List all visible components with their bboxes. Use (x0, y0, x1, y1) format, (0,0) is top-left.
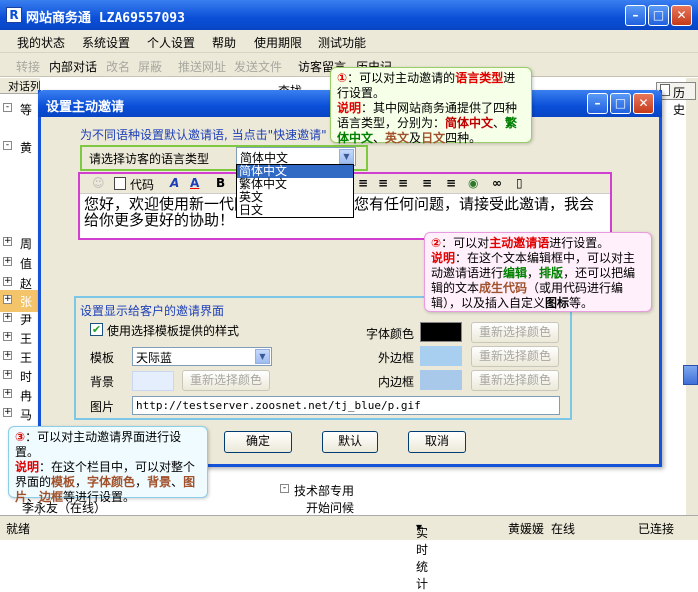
phrase-tree: - 技术部专用 开始问候 (278, 482, 413, 516)
font-color-icon[interactable]: A (190, 176, 199, 190)
menu-my-status[interactable]: 我的状态 (17, 34, 65, 51)
background-color-swatch (132, 371, 174, 391)
outer-border-label: 外边框 (378, 351, 415, 365)
connection-status: 已连接 (638, 522, 675, 536)
inner-border-label: 内边框 (378, 375, 415, 389)
right-panel-edge (686, 78, 698, 515)
menu-bar: 我的状态 系统设置 个人设置 帮助 使用期限 测试功能 (0, 30, 698, 53)
menu-usage-period[interactable]: 使用期限 (254, 34, 302, 51)
indent-icon[interactable]: ≡ (422, 176, 432, 190)
align-left-icon[interactable]: ≡ (358, 176, 368, 190)
background-label: 背景 (90, 375, 115, 389)
font-size-icon[interactable]: A (170, 176, 179, 190)
menu-help[interactable]: 帮助 (212, 34, 236, 51)
minimize-icon[interactable]: – (625, 5, 646, 26)
code-icon[interactable] (114, 177, 126, 190)
chevron-down-icon: ▼ (255, 349, 270, 364)
agent-state: 在线 (551, 522, 576, 536)
status-bar: 就绪 实时统计 ▾ 黄媛媛 在线 已连接 (0, 515, 698, 591)
bold-icon[interactable]: B (216, 176, 225, 190)
callout-invite-text: ②：可以对主动邀请语进行设置。 说明：在这个文本编辑框中，可以对主动邀请语进行编… (424, 232, 652, 312)
menu-personal-settings[interactable]: 个人设置 (147, 34, 195, 51)
dialog-close-icon[interactable]: ✕ (633, 93, 654, 114)
outer-border-reselect-button[interactable]: 重新选择颜色 (471, 346, 559, 367)
image-label: 图片 (90, 400, 115, 414)
chevron-down-icon: ▼ (339, 149, 354, 164)
font-color-label: 字体颜色 (366, 327, 415, 341)
default-button[interactable]: 默认 (322, 431, 378, 453)
history-tab[interactable]: 历史 (656, 82, 696, 117)
align-center-icon[interactable]: ≡ (378, 176, 388, 190)
font-color-swatch (420, 322, 462, 342)
toolbar-transfer[interactable]: 转接 (16, 58, 40, 75)
use-template-checkbox[interactable]: ✔ (90, 323, 103, 336)
appearance-title: 设置显示给客户的邀请界面 (80, 304, 225, 318)
background-reselect-button[interactable]: 重新选择颜色 (182, 370, 270, 391)
maximize-icon[interactable]: □ (648, 5, 669, 26)
close-icon[interactable]: ✕ (671, 5, 692, 26)
conversation-list-header: 对话列表 (0, 78, 40, 94)
code-button[interactable]: 代码 (130, 176, 154, 193)
window-title: 网站商务通 LZA69557093 (26, 11, 185, 26)
outer-border-swatch (420, 346, 462, 366)
phrase-item[interactable]: 开始问候 (306, 499, 354, 516)
app-icon: R (6, 7, 22, 23)
image-url-input[interactable]: http://testserver.zoosnet.net/tj_blue/p.… (132, 396, 560, 415)
toolbar-internal-chat[interactable]: 内部对话 (49, 58, 97, 75)
template-label: 模板 (90, 351, 115, 365)
phrase-group[interactable]: 技术部专用 (294, 482, 354, 499)
smiley-icon[interactable]: ☺ (92, 176, 105, 190)
cancel-button[interactable]: 取消 (408, 431, 466, 453)
toolbar-rename[interactable]: 改名 (106, 58, 130, 75)
insert-link-icon[interactable]: ◉ (468, 176, 478, 190)
collapse-icon[interactable]: - (280, 484, 289, 493)
unlink-icon[interactable]: ∞ (492, 176, 502, 190)
ok-button[interactable]: 确定 (224, 431, 292, 453)
template-select[interactable]: 天际蓝 ▼ (132, 347, 272, 366)
tree-group[interactable]: -等 (0, 98, 40, 120)
menu-test-function[interactable]: 测试功能 (318, 34, 366, 51)
tree-group[interactable]: -黄 (0, 136, 40, 158)
outdent-icon[interactable]: ≡ (446, 176, 456, 190)
font-color-reselect-button[interactable]: 重新选择颜色 (471, 322, 559, 343)
main-title-bar: R 网站商务通 LZA69557093 – □ ✕ (0, 0, 698, 30)
tree-group[interactable]: + 马 (0, 403, 40, 425)
tree-group[interactable]: + 周 (0, 232, 40, 254)
agent-name: 黄媛媛 (508, 522, 545, 536)
scrollbar-thumb[interactable] (683, 365, 698, 385)
toolbar-push-url[interactable]: 推送网址 (178, 58, 226, 75)
language-label: 请选择访客的语言类型 (89, 152, 210, 166)
tree-group[interactable]: + 值 (0, 252, 40, 274)
dialog-minimize-icon[interactable]: – (587, 93, 608, 114)
inner-border-reselect-button[interactable]: 重新选择颜色 (471, 370, 559, 391)
stats-dropdown[interactable]: 实时统计 ▾ (416, 520, 428, 591)
dialog-title: 设置主动邀请 (46, 100, 125, 115)
language-option-japanese[interactable]: 日文 (237, 204, 353, 217)
eraser-icon[interactable]: ▯ (516, 176, 523, 190)
align-right-icon[interactable]: ≡ (398, 176, 408, 190)
callout-language: ①：可以对主动邀请的语言类型进行设置。 说明：其中网站商务通提供了四种语言类型，… (330, 67, 532, 145)
toolbar-send-file[interactable]: 发送文件 (234, 58, 282, 75)
inner-border-swatch (420, 370, 462, 390)
use-template-label: 使用选择模板提供的样式 (107, 324, 240, 338)
status-ready: 就绪 (6, 522, 31, 536)
toolbar-block[interactable]: 屏蔽 (138, 58, 162, 75)
callout-appearance: ③：可以对主动邀请界面进行设置。 说明：在这个栏目中，可以对整个界面的模板，字体… (8, 426, 208, 504)
dialog-maximize-icon[interactable]: □ (610, 93, 631, 114)
dialog-hint: 为不同语种设置默认邀请语, 当点击"快速邀请" (80, 128, 327, 142)
menu-system-settings[interactable]: 系统设置 (82, 34, 130, 51)
language-dropdown-list: 简体中文 繁体中文 英文 日文 (236, 164, 354, 218)
